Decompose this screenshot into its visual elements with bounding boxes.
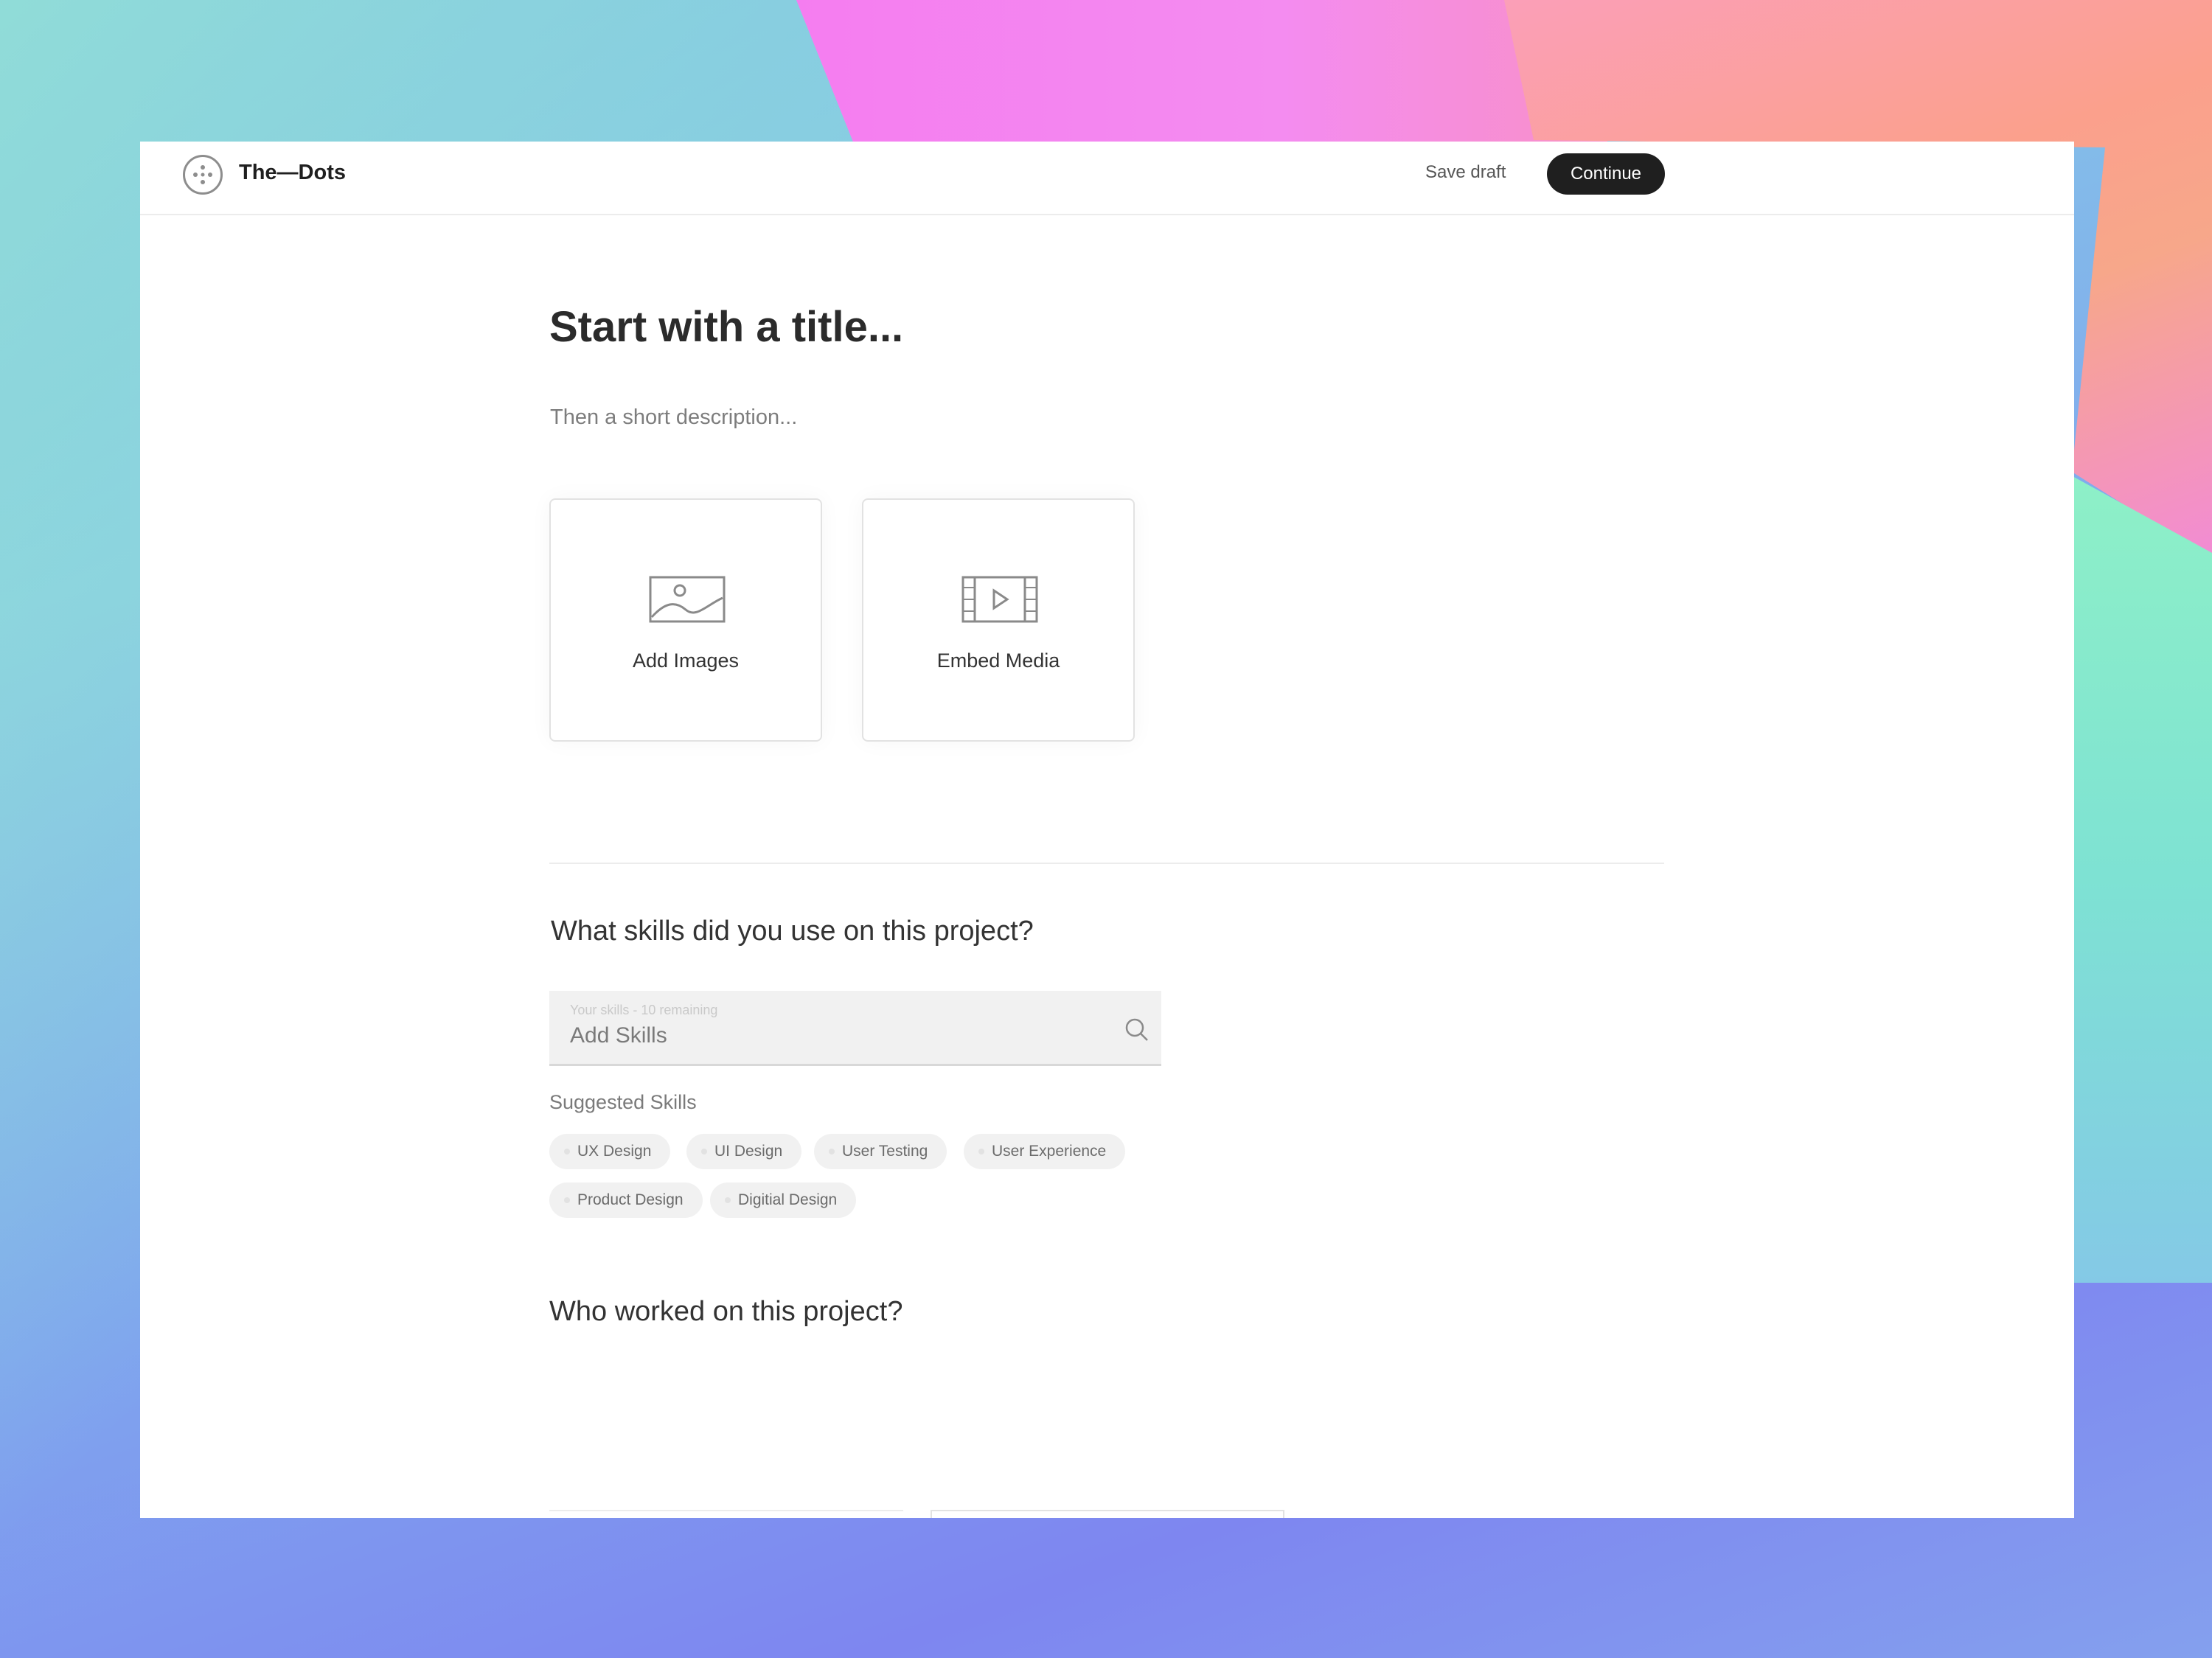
search-icon[interactable] bbox=[1124, 1017, 1150, 1042]
image-icon bbox=[649, 576, 726, 623]
skill-chip-ui-design[interactable]: UI Design bbox=[686, 1134, 802, 1169]
suggested-skills-label: Suggested Skills bbox=[549, 1091, 697, 1113]
chip-label: Digitial Design bbox=[738, 1191, 838, 1208]
continue-button[interactable]: Continue bbox=[1547, 153, 1665, 195]
skill-chip-user-testing[interactable]: User Testing bbox=[814, 1134, 947, 1169]
app-window: The—Dots Save draft Continue Start with … bbox=[140, 142, 2074, 1518]
chip-dot bbox=[725, 1197, 731, 1203]
chip-dot bbox=[701, 1149, 707, 1154]
skill-chip-product-design[interactable]: Product Design bbox=[549, 1182, 703, 1218]
embed-media-card[interactable]: Embed Media bbox=[862, 498, 1135, 742]
skills-question: What skills did you use on this project? bbox=[551, 916, 1034, 947]
skills-input-hint: Your skills - 10 remaining bbox=[570, 1003, 718, 1017]
team-member-card bbox=[549, 1510, 903, 1511]
chip-dot bbox=[564, 1197, 570, 1203]
top-bar: The—Dots Save draft Continue bbox=[140, 142, 2074, 215]
save-draft-button[interactable]: Save draft bbox=[1425, 162, 1506, 183]
skill-chip-ux-design[interactable]: UX Design bbox=[549, 1134, 671, 1169]
team-question: Who worked on this project? bbox=[549, 1296, 903, 1327]
background-pink-shape bbox=[796, 0, 1607, 147]
chip-label: Product Design bbox=[577, 1191, 684, 1208]
chip-label: UX Design bbox=[577, 1143, 652, 1160]
add-images-label: Add Images bbox=[632, 649, 740, 672]
brand-name[interactable]: The—Dots bbox=[239, 161, 346, 185]
add-images-card[interactable]: Add Images bbox=[549, 498, 822, 742]
description-input[interactable]: Then a short description... bbox=[550, 405, 797, 430]
skills-input-placeholder: Add Skills bbox=[570, 1023, 667, 1048]
dots-logo-icon[interactable] bbox=[183, 155, 223, 195]
chip-label: User Testing bbox=[842, 1143, 928, 1160]
embed-media-label: Embed Media bbox=[936, 649, 1060, 672]
chip-dot bbox=[829, 1149, 835, 1154]
add-collaborator-card[interactable] bbox=[931, 1510, 1284, 1518]
video-icon bbox=[961, 576, 1038, 623]
section-divider bbox=[549, 863, 1664, 864]
chip-label: User Experience bbox=[992, 1143, 1107, 1160]
chip-label: UI Design bbox=[714, 1143, 783, 1160]
chip-dot bbox=[978, 1149, 984, 1154]
background-mint-shape bbox=[2065, 472, 2212, 1283]
chip-dot bbox=[564, 1149, 570, 1154]
skills-search-input[interactable]: Your skills - 10 remaining Add Skills bbox=[549, 991, 1161, 1066]
skill-chip-user-experience[interactable]: User Experience bbox=[964, 1134, 1126, 1169]
title-input[interactable]: Start with a title... bbox=[549, 302, 903, 352]
skill-chip-digital-design[interactable]: Digitial Design bbox=[710, 1182, 857, 1218]
